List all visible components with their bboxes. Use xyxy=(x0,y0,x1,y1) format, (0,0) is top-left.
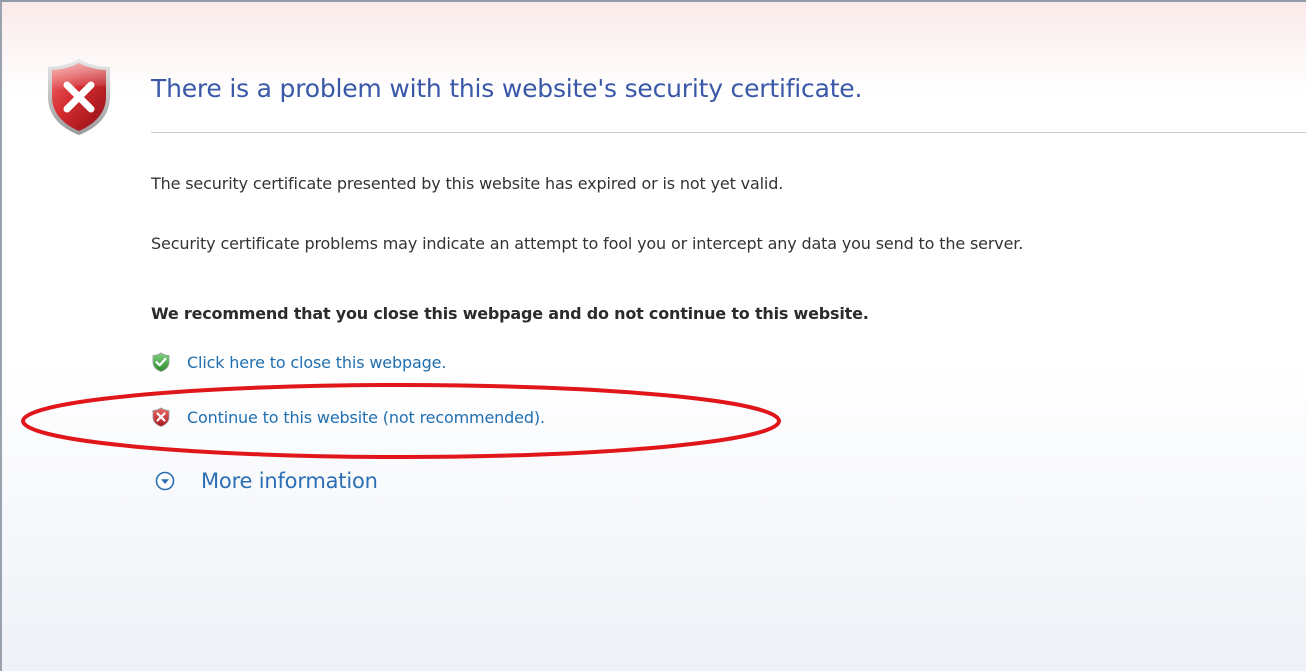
expired-message: The security certificate presented by th… xyxy=(151,174,784,193)
risk-message: Security certificate problems may indica… xyxy=(151,234,1024,253)
red-x-shield-icon[interactable] xyxy=(151,407,171,427)
more-information-toggle[interactable]: More information xyxy=(155,469,378,493)
recommendation-message: We recommend that you close this webpage… xyxy=(151,304,869,323)
more-information-link[interactable]: More information xyxy=(201,469,378,493)
close-webpage-link[interactable]: Click here to close this webpage. xyxy=(187,353,446,372)
error-shield-icon xyxy=(45,57,113,137)
title-divider xyxy=(151,132,1306,133)
page-title: There is a problem with this website's s… xyxy=(151,74,863,103)
continue-to-website-link[interactable]: Continue to this website (not recommende… xyxy=(187,408,545,427)
close-webpage-row[interactable]: Click here to close this webpage. xyxy=(151,352,446,372)
continue-website-row[interactable]: Continue to this website (not recommende… xyxy=(151,407,545,427)
certificate-error-page: There is a problem with this website's s… xyxy=(0,0,1306,671)
green-check-shield-icon[interactable] xyxy=(151,352,171,372)
expand-chevron-circle-icon[interactable] xyxy=(155,471,175,491)
